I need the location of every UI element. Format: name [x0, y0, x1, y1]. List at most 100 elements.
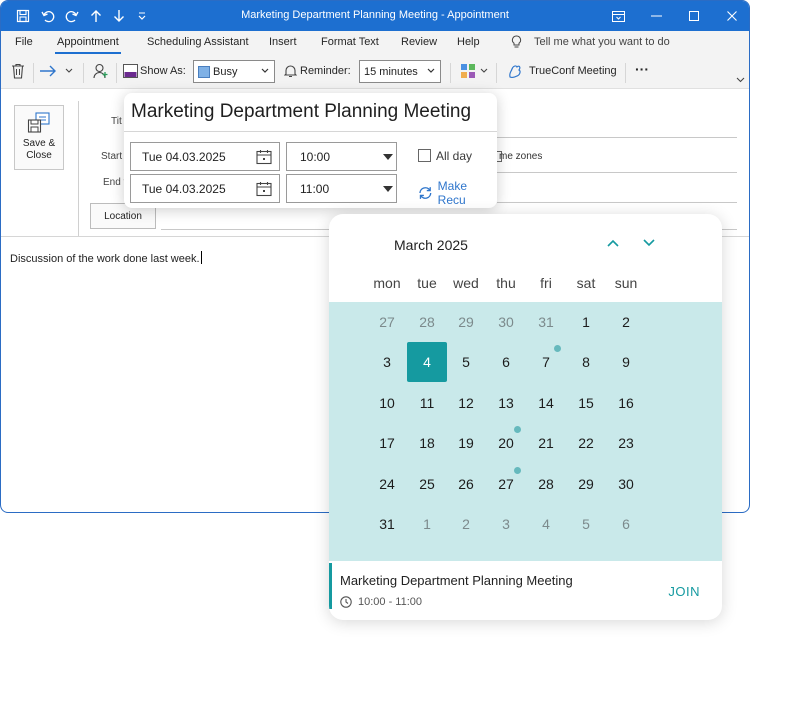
minimize-icon[interactable] [645, 6, 667, 26]
weekday-tue: tue [417, 275, 437, 291]
calendar-day[interactable]: 5 [566, 504, 606, 544]
tab-scheduling-assistant[interactable]: Scheduling Assistant [147, 36, 249, 48]
calendar-day[interactable]: 13 [486, 383, 526, 423]
tab-help[interactable]: Help [457, 36, 480, 48]
calendar-day[interactable]: 2 [446, 504, 486, 544]
ribbon-display-icon[interactable] [607, 6, 629, 26]
chevron-down-icon[interactable] [65, 68, 73, 73]
save-close-label-1: Save & [22, 138, 56, 149]
tab-format-text[interactable]: Format Text [321, 36, 379, 48]
title-bar: Marketing Department Planning Meeting - … [1, 1, 749, 31]
show-as-label: Show As: [140, 65, 186, 77]
weekday-sun: sun [614, 275, 638, 291]
calendar-day-selected[interactable]: 4 [407, 342, 447, 382]
calendar-day[interactable]: 11 [407, 383, 447, 423]
next-month-button[interactable] [639, 234, 659, 252]
weekday-wed: wed [453, 275, 479, 291]
calendar-icon[interactable] [256, 149, 272, 168]
join-button[interactable]: JOIN [668, 584, 700, 599]
make-recurring-button[interactable]: Make Recu [418, 179, 497, 207]
end-time-select[interactable]: 11:00 [286, 174, 397, 203]
weekday-sat: sat [576, 275, 596, 291]
start-time-label: Start [101, 151, 123, 162]
calendar-day[interactable]: 8 [566, 342, 606, 382]
collapse-ribbon-icon[interactable] [736, 77, 745, 83]
maximize-icon[interactable] [683, 6, 705, 26]
reminder-select[interactable]: 15 minutes [359, 60, 441, 83]
busy-swatch-icon [198, 65, 210, 78]
calendar-day[interactable]: 12 [446, 383, 486, 423]
all-day-checkbox[interactable] [418, 149, 431, 162]
calendar-day[interactable]: 25 [407, 464, 447, 504]
calendar-day[interactable]: 10 [367, 383, 407, 423]
invite-attendees-icon[interactable] [93, 63, 109, 79]
calendar-day[interactable]: 1 [407, 504, 447, 544]
calendar-day[interactable]: 18 [407, 423, 447, 463]
appointment-title[interactable]: Marketing Department Planning Meeting [131, 101, 471, 123]
save-close-label-2: Close [26, 150, 52, 161]
start-date-value: Tue 04.03.2025 [142, 149, 226, 164]
calendar-day[interactable]: 23 [606, 423, 646, 463]
trueconf-icon [507, 63, 523, 79]
make-recurring-label: Make Recu [437, 179, 467, 207]
calendar-day[interactable]: 30 [486, 302, 526, 342]
calendar-day[interactable]: 17 [367, 423, 407, 463]
calendar-day[interactable]: 2 [606, 302, 646, 342]
calendar-day[interactable]: 1 [566, 302, 606, 342]
calendar-day[interactable]: 6 [606, 504, 646, 544]
event-indicator-dot [514, 467, 521, 474]
trueconf-meeting-button[interactable]: TrueConf Meeting [529, 65, 617, 77]
start-date-field[interactable]: Tue 04.03.2025 [130, 142, 280, 171]
reminder-label: Reminder: [300, 65, 351, 77]
calendar-day[interactable]: 9 [606, 342, 646, 382]
calendar-day[interactable]: 21 [526, 423, 566, 463]
tell-me-search[interactable]: Tell me what you want to do [534, 36, 670, 48]
calendar-day[interactable]: 4 [526, 504, 566, 544]
calendar-day[interactable]: 19 [446, 423, 486, 463]
calendar-day[interactable]: 28 [526, 464, 566, 504]
chevron-down-icon[interactable] [480, 68, 488, 73]
calendar-day[interactable]: 29 [566, 464, 606, 504]
calendar-day[interactable]: 22 [566, 423, 606, 463]
text-cursor [200, 251, 202, 264]
delete-icon[interactable] [11, 63, 25, 79]
clock-icon [340, 596, 352, 608]
calendar-day[interactable]: 30 [606, 464, 646, 504]
calendar-day[interactable]: 3 [486, 504, 526, 544]
calendar-day[interactable]: 3 [367, 342, 407, 382]
calendar-day[interactable]: 28 [407, 302, 447, 342]
calendar-day[interactable]: 6 [486, 342, 526, 382]
save-close-button[interactable]: Save & Close [14, 105, 64, 170]
calendar-day[interactable]: 27 [367, 302, 407, 342]
body-text: Discussion of the work done last week. [10, 253, 200, 265]
calendar-day[interactable]: 16 [606, 383, 646, 423]
calendar-day[interactable]: 31 [526, 302, 566, 342]
forward-icon[interactable] [39, 65, 57, 77]
show-as-select[interactable]: Busy [193, 60, 275, 83]
calendar-day[interactable]: 15 [566, 383, 606, 423]
event-time-value: 10:00 - 11:00 [358, 596, 423, 608]
event-title[interactable]: Marketing Department Planning Meeting [340, 573, 573, 588]
chevron-down-icon [383, 186, 393, 192]
tab-file[interactable]: File [15, 36, 33, 48]
calendar-day[interactable]: 5 [446, 342, 486, 382]
calendar-day[interactable]: 26 [446, 464, 486, 504]
previous-month-button[interactable] [603, 234, 623, 252]
tab-insert[interactable]: Insert [269, 36, 297, 48]
more-options-button[interactable]: ··· [635, 61, 649, 77]
end-date-field[interactable]: Tue 04.03.2025 [130, 174, 280, 203]
calendar-day[interactable]: 14 [526, 383, 566, 423]
calendar-day[interactable]: 24 [367, 464, 407, 504]
calendar-day[interactable]: 31 [367, 504, 407, 544]
calendar-day[interactable]: 29 [446, 302, 486, 342]
message-body[interactable]: Discussion of the work done last week. [10, 251, 202, 265]
close-icon[interactable] [721, 6, 743, 26]
weekday-mon: mon [373, 275, 401, 291]
categorize-icon[interactable] [460, 63, 476, 79]
tab-review[interactable]: Review [401, 36, 437, 48]
calendar-icon[interactable] [256, 181, 272, 200]
reminder-value: 15 minutes [364, 65, 418, 78]
calendar-widget: March 2025 mon tue wed thu fri sat sun 27 28 29 3… [329, 214, 722, 620]
tab-appointment[interactable]: Appointment [55, 36, 121, 54]
start-time-select[interactable]: 10:00 [286, 142, 397, 171]
